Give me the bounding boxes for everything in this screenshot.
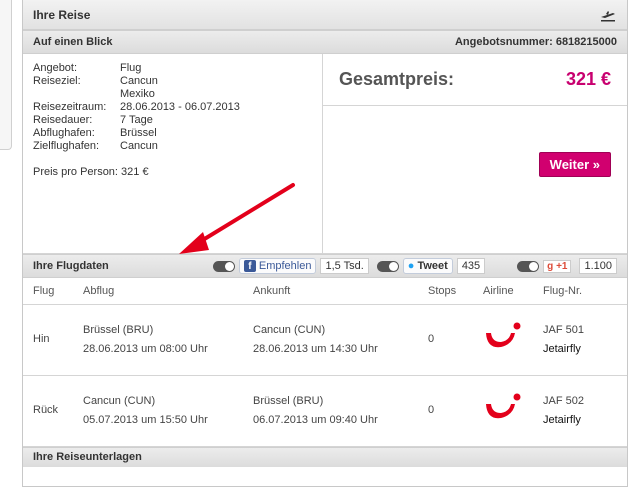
col-header: Stops [418, 278, 473, 305]
overview: Angebot: Flug Reiseziel: Cancun Mexiko Rei… [23, 54, 627, 254]
col-header: Ankunft [243, 278, 418, 305]
total-box: Gesamtpreis: 321 € Weiter » [323, 54, 627, 253]
facebook-like-button[interactable]: f Empfehlen [238, 258, 317, 274]
col-header: Airline [473, 278, 533, 305]
twitter-bird-icon: ● [407, 260, 415, 272]
price-per-person: Preis pro Person: 321 € [33, 166, 149, 178]
detail-row: Reisezeitraum: 28.06.2013 - 06.07.2013 [33, 101, 240, 113]
col-header: Flug-Nr. [533, 278, 627, 305]
glance-title: Auf einen Blick [33, 36, 113, 48]
detail-row: Zielflughafen: Cancun [33, 140, 158, 152]
trip-title: Ihre Reise [33, 7, 91, 22]
departure: Brüssel (BRU) 28.06.2013 um 08:00 Uhr [73, 304, 243, 376]
fb-toggle[interactable] [212, 260, 235, 272]
trip-header: Ihre Reise [23, 0, 627, 30]
documents-bar: Ihre Reiseunterlagen [23, 446, 627, 467]
flight-type: Hin [23, 304, 73, 376]
gplus-button[interactable]: g +1 [543, 259, 572, 273]
weiter-button[interactable]: Weiter » [538, 152, 611, 177]
detail-row: Reisedauer: 7 Tage [33, 114, 153, 126]
plane-icon [599, 8, 617, 22]
tweet-button[interactable]: ● Tweet [402, 258, 453, 274]
facebook-icon: f [243, 260, 256, 272]
gplus-icon: g [547, 260, 554, 272]
red-arrow-icon [179, 183, 295, 254]
tweet-count: 435 [456, 258, 486, 274]
detail-row: Angebot: Flug [33, 62, 142, 74]
detail-row: Mexiko [120, 88, 155, 100]
flight-number: JAF 501 Jetairfly [533, 304, 627, 376]
gplus-count: 1.100 [579, 258, 617, 274]
stops: 0 [418, 375, 473, 447]
table-row: Hin Brüssel (BRU) 28.06.2013 um 08:00 Uhr… [23, 304, 627, 376]
facebook-count: 1,5 Tsd. [320, 258, 369, 274]
flight-type: Rück [23, 375, 73, 447]
departure: Cancun (CUN) 05.07.2013 um 15:50 Uhr [73, 375, 243, 447]
flights-bar: Ihre Flugdaten f Empfehlen 1,5 Tsd. ● Tw… [23, 254, 627, 278]
col-header: Abflug [73, 278, 243, 305]
stops: 0 [418, 304, 473, 376]
documents-title: Ihre Reiseunterlagen [33, 451, 142, 463]
social-buttons: f Empfehlen 1,5 Tsd. ● Tweet 435 g +1 1.… [212, 258, 617, 274]
arrival: Brüssel (BRU) 06.07.2013 um 09:40 Uhr [243, 375, 418, 447]
detail-row: Reiseziel: Cancun [33, 75, 158, 87]
gplus-toggle[interactable] [517, 260, 540, 272]
col-header: Flug [23, 278, 73, 305]
airline-logo [473, 304, 533, 376]
total-price-row: Gesamtpreis: 321 € [323, 54, 627, 106]
detail-row: Abflughafen: Brüssel [33, 127, 157, 139]
table-row: Rück Cancun (CUN) 05.07.2013 um 15:50 Uhr… [23, 375, 627, 447]
flight-number: JAF 502 Jetairfly [533, 375, 627, 447]
flights-table: Flug Abflug Ankunft Stops Airline Flug-N… [23, 278, 627, 447]
total-label: Gesamtpreis: [339, 69, 455, 89]
total-value: 321 € [565, 69, 611, 89]
arrival: Cancun (CUN) 28.06.2013 um 14:30 Uhr [243, 304, 418, 376]
airline-logo [473, 375, 533, 447]
flights-title: Ihre Flugdaten [33, 260, 109, 272]
trip-panel: Ihre Reise Auf einen Blick Angebotsnumme… [22, 0, 628, 487]
glance-bar: Auf einen Blick Angebotsnummer: 68182150… [23, 30, 627, 54]
side-panel-edge [0, 0, 12, 150]
offer-number: Angebotsnummer: 6818215000 [454, 36, 617, 48]
table-header-row: Flug Abflug Ankunft Stops Airline Flug-N… [23, 278, 627, 305]
tui-logo-icon [486, 393, 521, 419]
tui-logo-icon [486, 322, 521, 348]
twitter-toggle[interactable] [376, 260, 399, 272]
